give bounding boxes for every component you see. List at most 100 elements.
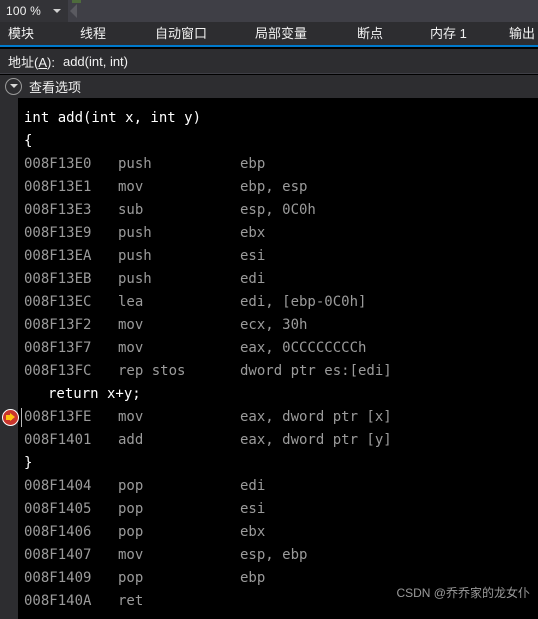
chevron-down-circle-icon[interactable] [5,78,22,95]
instruction-operands: eax, 0CCCCCCCCh [240,340,367,356]
disassembly-line[interactable]: 008F1405 pop esi [0,498,538,521]
zoom-toolbar: 100 % [0,0,538,23]
instruction-operands: ebp, esp [240,179,308,195]
tab-locals[interactable]: 局部变量 [255,22,307,45]
zoom-level-value: 100 % [6,4,42,18]
instruction-mnemonic: mov [118,409,144,425]
tab-modules[interactable]: 模块 [8,22,34,45]
instruction-address: 008F1409 [24,570,92,586]
source-line[interactable]: int add(int x, int y) [0,107,538,130]
instruction-operands: ebx [240,225,266,241]
instruction-mnemonic: ret [118,593,144,609]
disassembly-line[interactable]: 008F13FC rep stos dword ptr es:[edi] [0,360,538,383]
instruction-address: 008F13EC [24,294,92,310]
instruction-mnemonic: push [118,225,152,241]
source-text: return x+y; [48,386,141,402]
instruction-address: 008F1401 [24,432,92,448]
disassembly-code-pane[interactable]: int add(int x, int y){008F13E0 push ebp 008… [0,98,538,619]
tab-memory-1[interactable]: 内存 1 [430,22,467,45]
instruction-mnemonic: mov [118,340,144,356]
view-options-label: 查看选项 [29,80,82,95]
disassembly-line[interactable]: 008F1406 pop ebx [0,521,538,544]
disassembly-line[interactable]: 008F13EB push edi [0,268,538,291]
instruction-operands: esp, 0C0h [240,202,316,218]
instruction-operands: ebp [240,570,266,586]
instruction-mnemonic: sub [118,202,144,218]
instruction-mnemonic: mov [118,317,144,333]
source-line[interactable]: return x+y; [0,383,538,406]
instruction-operands: edi [240,478,266,494]
tab-threads[interactable]: 线程 [80,22,106,45]
view-options-bar[interactable]: 查看选项 [0,75,538,98]
instruction-address: 008F1405 [24,501,92,517]
instruction-operands: esi [240,248,266,264]
instruction-address: 008F13EB [24,271,92,287]
instruction-address: 008F13FC [24,363,92,379]
instruction-mnemonic: push [118,248,152,264]
disassembly-line[interactable]: 008F13F2 mov ecx, 30h [0,314,538,337]
instruction-operands: edi, [ebp-0C0h] [240,294,367,310]
debug-tool-tabs: 模块 线程 自动窗口 局部变量 断点 内存 1 输出 [0,22,538,47]
instruction-mnemonic: pop [118,501,144,517]
code-lines: int add(int x, int y){008F13E0 push ebp 008… [0,107,538,613]
disassembly-line[interactable]: 008F13FE mov eax, dword ptr [x] [0,406,538,429]
instruction-address: 008F13E9 [24,225,92,241]
disassembly-line[interactable]: 008F13F7 mov eax, 0CCCCCCCCh [0,337,538,360]
instruction-address: 008F13EA [24,248,92,264]
disassembly-line[interactable]: 008F13E9 push ebx [0,222,538,245]
instruction-address: 008F1404 [24,478,92,494]
instruction-operands: eax, dword ptr [y] [240,432,392,448]
instruction-mnemonic: lea [118,294,144,310]
instruction-mnemonic: add [118,432,144,448]
chevron-down-icon[interactable] [53,9,61,13]
tab-autos[interactable]: 自动窗口 [155,22,207,45]
current-instruction-pointer-icon[interactable] [2,409,19,426]
source-text: { [24,133,33,149]
disassembly-line[interactable]: 008F13EC lea edi, [ebp-0C0h] [0,291,538,314]
tab-breakpoints[interactable]: 断点 [357,22,383,45]
instruction-operands: ebp [240,156,266,172]
source-text: int add(int x, int y) [24,110,202,126]
instruction-mnemonic: pop [118,524,144,540]
instruction-address: 008F13FE [24,409,92,425]
instruction-address: 008F140A [24,593,92,609]
disassembly-line[interactable]: 008F1401 add eax, dword ptr [y] [0,429,538,452]
collapse-left-icon[interactable] [70,4,77,18]
instruction-address: 008F13E3 [24,202,92,218]
instruction-address: 008F13F2 [24,317,92,333]
disassembly-line[interactable]: 008F13E3 sub esp, 0C0h [0,199,538,222]
disassembly-line[interactable]: 008F13E1 mov ebp, esp [0,176,538,199]
address-label: 地址(A): [8,54,55,70]
watermark: CSDN @乔乔家的龙女仆 [396,586,530,600]
instruction-address: 008F1406 [24,524,92,540]
instruction-operands: esi [240,501,266,517]
disassembly-line[interactable]: 008F13E0 push ebp [0,153,538,176]
disassembly-window: 100 % 模块 线程 自动窗口 局部变量 断点 内存 1 输出 地址(A): … [0,0,538,619]
instruction-operands: ecx, 30h [240,317,308,333]
instruction-mnemonic: push [118,271,152,287]
disassembly-line[interactable]: 008F1404 pop edi [0,475,538,498]
instruction-mnemonic: pop [118,478,144,494]
text-caret [21,408,22,427]
zoom-level-combobox[interactable]: 100 % [0,0,68,22]
instruction-operands: dword ptr es:[edi] [240,363,392,379]
instruction-address: 008F13F7 [24,340,92,356]
toolbar-indicator [72,0,81,3]
instruction-mnemonic: mov [118,547,144,563]
disassembly-line[interactable]: 008F13EA push esi [0,245,538,268]
instruction-mnemonic: pop [118,570,144,586]
instruction-address: 008F1407 [24,547,92,563]
instruction-address: 008F13E0 [24,156,92,172]
instruction-operands: eax, dword ptr [x] [240,409,392,425]
instruction-mnemonic: push [118,156,152,172]
source-line[interactable]: } [0,452,538,475]
instruction-mnemonic: rep stos [118,363,186,379]
instruction-operands: ebx [240,524,266,540]
address-input[interactable] [62,53,443,69]
disassembly-line[interactable]: 008F1407 mov esp, ebp [0,544,538,567]
instruction-operands: edi [240,271,266,287]
tab-output[interactable]: 输出 [509,22,535,45]
instruction-operands: esp, ebp [240,547,308,563]
source-line[interactable]: { [0,130,538,153]
source-text: } [24,455,33,471]
